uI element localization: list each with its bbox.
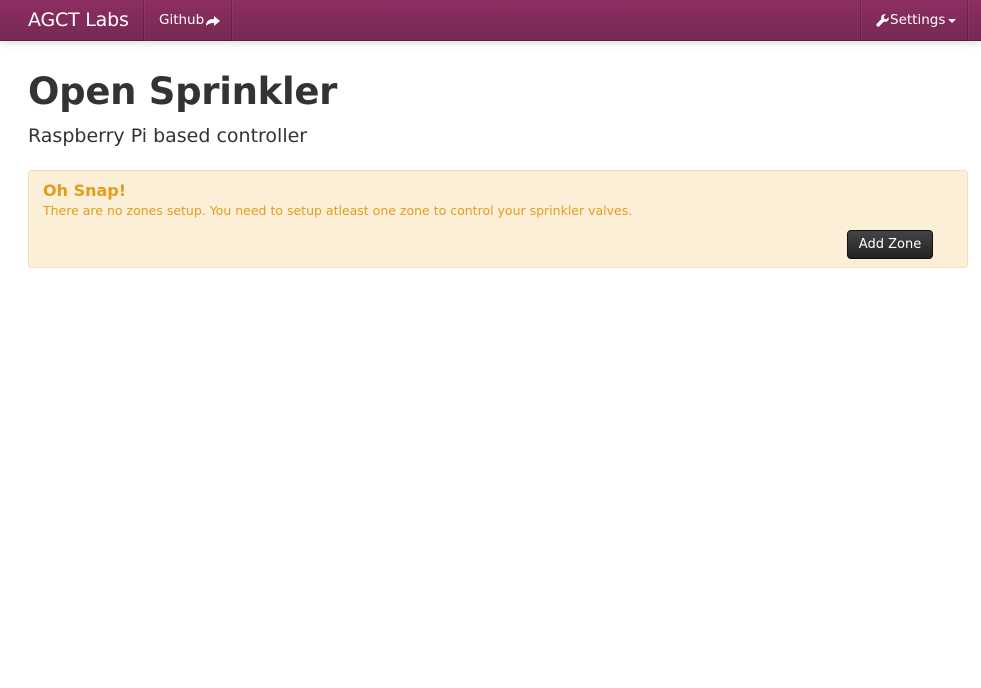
github-link[interactable]: Github: [159, 0, 221, 41]
no-zones-alert: Oh Snap! There are no zones setup. You n…: [28, 170, 968, 268]
alert-message: There are no zones setup. You need to se…: [43, 203, 633, 218]
add-zone-button[interactable]: Add Zone: [847, 230, 933, 259]
top-navbar: AGCT Labs Github Settings: [0, 0, 981, 41]
settings-dropdown-toggle[interactable]: Settings: [876, 0, 957, 41]
share-arrow-icon: [205, 15, 221, 27]
brand-link[interactable]: AGCT Labs: [28, 0, 129, 41]
page-subtitle: Raspberry Pi based controller: [28, 125, 308, 147]
nav-divider: [967, 0, 968, 41]
nav-divider: [143, 0, 144, 41]
wrench-icon: [876, 14, 889, 27]
nav-divider: [860, 0, 861, 41]
github-link-label: Github: [159, 12, 205, 28]
caret-down-icon: [948, 19, 957, 23]
nav-divider: [231, 0, 232, 41]
page-title: Open Sprinkler: [28, 70, 338, 113]
settings-label: Settings: [890, 12, 946, 28]
alert-heading: Oh Snap!: [43, 181, 127, 200]
